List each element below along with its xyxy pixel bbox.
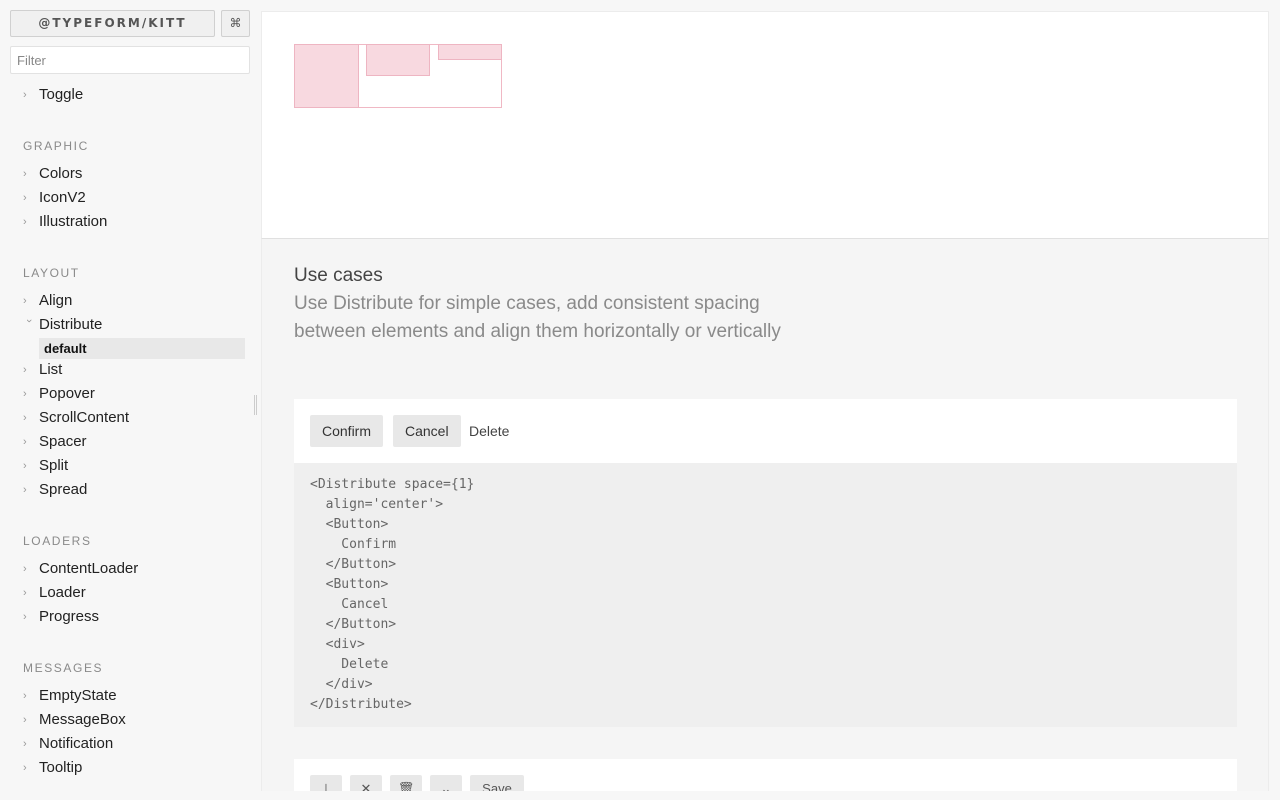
code-line: </Button> (310, 617, 397, 632)
story-preview (261, 11, 1269, 239)
section-heading-graphic: GRAPHIC (23, 139, 89, 153)
example-preview-2: ⊥ ✕ 🗑 ⌄ Save (294, 759, 1237, 791)
confirm-button[interactable]: Confirm (310, 415, 384, 447)
chevron-down-icon: › (23, 319, 35, 323)
section-heading-loaders: LOADERS (23, 534, 92, 548)
sidebar-item-label: Toggle (39, 86, 84, 103)
chevron-right-icon: › (23, 168, 27, 180)
sidebar-item-label: Loader (39, 584, 86, 601)
trash-icon[interactable]: 🗑 (390, 775, 422, 791)
sidebar-item-label: Colors (39, 165, 83, 182)
sidebar-item-label: Distribute (39, 316, 103, 333)
chevron-right-icon: › (23, 563, 27, 575)
chevron-right-icon: › (23, 611, 27, 623)
section-title: Use cases (294, 265, 383, 286)
docs-panel: Use cases Use Distribute for simple case… (261, 239, 1269, 791)
chevron-right-icon: › (23, 484, 27, 496)
align-bottom-icon[interactable]: ⊥ (310, 775, 342, 791)
example-preview: Confirm Cancel Delete (294, 399, 1237, 463)
sidebar-item-label: ContentLoader (39, 560, 139, 577)
demo-block-large (294, 44, 359, 108)
chevron-right-icon: › (23, 364, 27, 376)
sidebar-item-label: MessageBox (39, 711, 126, 728)
chevron-down-icon[interactable]: ⌄ (430, 775, 462, 791)
distribute-demo-container (294, 44, 502, 108)
sidebar-item-label: Spacer (39, 433, 87, 450)
chevron-right-icon: › (23, 436, 27, 448)
chevron-right-icon: › (23, 192, 27, 204)
chevron-right-icon: › (23, 690, 27, 702)
close-icon[interactable]: ✕ (350, 775, 382, 791)
panel-resize-handle[interactable] (254, 395, 257, 415)
example-block: Confirm Cancel Delete <Distribute space=… (294, 399, 1237, 727)
sidebar-item-label: Illustration (39, 213, 108, 230)
demo-block-small (438, 44, 502, 60)
code-block[interactable]: <Distribute space={1} align='center'> <B… (294, 463, 1237, 727)
code-line: </div> (310, 677, 373, 692)
code-line: <Button> (310, 577, 389, 592)
code-line: <Distribute space={1} (310, 477, 475, 492)
sidebar-item-label: EmptyState (39, 687, 117, 704)
chevron-right-icon: › (23, 295, 27, 307)
chevron-right-icon: › (23, 388, 27, 400)
chevron-right-icon: › (23, 216, 27, 228)
brand-button[interactable]: @TYPEFORM/KITT (10, 10, 215, 37)
sidebar-item-label: Progress (39, 608, 100, 625)
section-heading-messages: MESSAGES (23, 661, 104, 675)
sidebar-item-label: Split (39, 457, 69, 474)
code-line: <Button> (310, 517, 389, 532)
sidebar-item-label: Spread (39, 481, 88, 498)
cancel-button[interactable]: Cancel (393, 415, 461, 447)
sidebar: @TYPEFORM/KITT ⌘ › Toggle GRAPHIC › Colo… (0, 0, 260, 800)
save-button[interactable]: Save (470, 775, 524, 791)
sidebar-item-label: Align (39, 292, 73, 309)
filter-input[interactable] (10, 46, 250, 74)
sidebar-item-label: List (39, 361, 63, 378)
code-line: </Distribute> (310, 697, 412, 712)
keyboard-shortcut-icon[interactable]: ⌘ (221, 10, 250, 37)
sidebar-item-label: Popover (39, 385, 95, 402)
chevron-right-icon: › (23, 460, 27, 472)
sidebar-item-label: IconV2 (39, 189, 86, 206)
code-line: Cancel (310, 597, 389, 612)
code-line: align='center'> (310, 497, 444, 512)
code-line: Delete (310, 657, 389, 672)
sidebar-item-label: ScrollContent (39, 409, 130, 426)
chevron-right-icon: › (23, 587, 27, 599)
sidebar-item-label: Tooltip (39, 759, 83, 776)
section-description: Use Distribute for simple cases, add con… (294, 293, 781, 342)
brand-row: @TYPEFORM/KITT ⌘ (10, 10, 250, 37)
chevron-right-icon: › (23, 412, 27, 424)
code-line: </Button> (310, 557, 397, 572)
demo-block-medium (366, 44, 430, 76)
delete-text: Delete (469, 423, 510, 439)
code-line: Confirm (310, 537, 397, 552)
chevron-right-icon: › (23, 738, 27, 750)
sidebar-item-label: Notification (39, 735, 114, 752)
chevron-right-icon: › (23, 762, 27, 774)
story-item-default[interactable]: default (39, 338, 245, 359)
chevron-right-icon: › (23, 89, 27, 101)
chevron-right-icon: › (23, 714, 27, 726)
code-line: <div> (310, 637, 365, 652)
section-heading-layout: LAYOUT (23, 266, 80, 280)
